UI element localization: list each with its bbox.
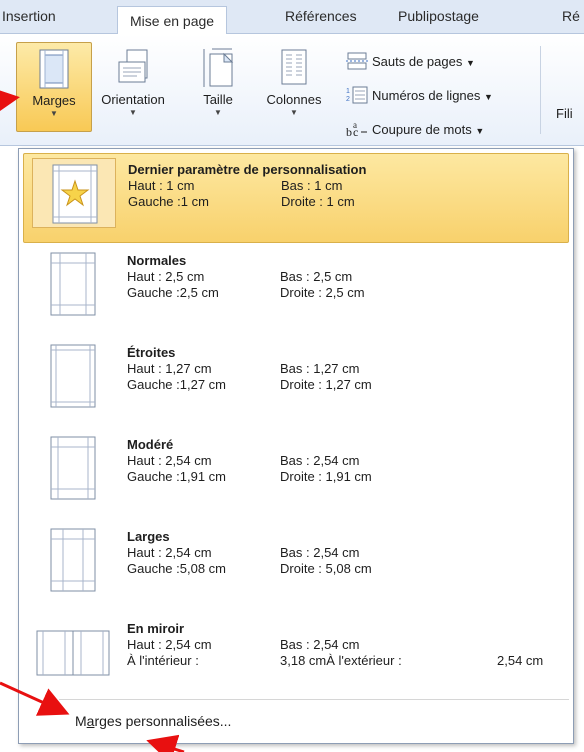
- tab-mise-en-page[interactable]: Mise en page: [117, 6, 228, 35]
- top-margin-value: Haut : 2,5 cm: [127, 269, 205, 284]
- gallery-item-text: Dernier paramètre de personnalisation Ha…: [128, 162, 366, 210]
- chevron-down-icon: ▼: [129, 108, 137, 117]
- orientation-button-label: Orientation: [101, 92, 165, 107]
- gallery-item-wide[interactable]: Larges Haut : 2,54 cm Bas : 2,54 cm Gauch…: [23, 521, 569, 611]
- chevron-down-icon: ▼: [484, 91, 493, 102]
- moderate-margin-thumbnail-icon: [31, 433, 115, 503]
- page-breaks-button[interactable]: Sauts de pages ▼: [346, 52, 475, 73]
- left-margin-value: Gauche :1,27 cm: [127, 377, 226, 392]
- right-margin-value: Droite : 1,91 cm: [280, 469, 372, 484]
- top-margin-value: Haut : 2,54 cm: [127, 545, 212, 560]
- margins-icon: [34, 47, 74, 91]
- margins-button-label: Marges: [32, 93, 76, 108]
- line-numbers-icon: 1 2: [346, 86, 368, 107]
- tab-revision[interactable]: Ré: [562, 8, 580, 24]
- custom-margins-label: rges personnalisées...: [94, 713, 232, 729]
- svg-text:2: 2: [346, 96, 350, 103]
- menu-separator: [59, 699, 569, 700]
- svg-text:b: b: [346, 125, 352, 138]
- gallery-item-text: En miroir Haut : 2,54 cm Bas : 2,54 cm À …: [127, 621, 543, 669]
- size-button-label: Taille: [203, 92, 233, 107]
- margins-gallery-dropdown: Dernier paramètre de personnalisation Ha…: [18, 148, 574, 744]
- custom-margins-prefix: M: [75, 713, 87, 729]
- right-margin-value: Droite : 1,27 cm: [280, 377, 372, 392]
- normal-margin-thumbnail-icon: [31, 249, 115, 319]
- line-numbers-label: Numéros de lignes: [372, 87, 481, 103]
- group-separator: [540, 46, 541, 134]
- top-margin-value: Haut : 2,54 cm: [127, 453, 212, 468]
- narrow-margin-thumbnail-icon: [31, 341, 115, 411]
- gallery-item-name: Dernier paramètre de personnalisation: [128, 162, 367, 177]
- bottom-margin-value: Bas : 1,27 cm: [280, 361, 360, 376]
- top-margin-value: Haut : 2,54 cm: [127, 637, 212, 652]
- orientation-button[interactable]: Orientation ▼: [92, 42, 174, 117]
- page-breaks-label: Sauts de pages: [372, 53, 463, 69]
- hyphenation-label: Coupure de mots: [372, 121, 472, 137]
- watermark-button-label[interactable]: Fili: [556, 106, 573, 121]
- gallery-item-moderate[interactable]: Modéré Haut : 2,54 cm Bas : 2,54 cm Gauch…: [23, 429, 569, 519]
- bottom-margin-value: Bas : 2,54 cm: [280, 453, 360, 468]
- bottom-margin-value: Bas : 2,54 cm: [280, 545, 360, 560]
- left-margin-value: Gauche :1,91 cm: [127, 469, 226, 484]
- chevron-down-icon: ▼: [475, 125, 485, 136]
- columns-button[interactable]: Colonnes ▼: [254, 42, 334, 117]
- bottom-margin-value: Bas : 2,5 cm: [280, 269, 353, 284]
- size-button[interactable]: Taille ▼: [190, 42, 246, 117]
- gallery-item-text: Étroites Haut : 1,27 cm Bas : 1,27 cm Gau…: [127, 345, 372, 393]
- gallery-item-name: Modéré: [127, 437, 174, 452]
- gallery-item-name: Normales: [127, 253, 187, 268]
- inside-margin-label: À l'intérieur :: [127, 653, 199, 668]
- tab-references[interactable]: Références: [285, 8, 357, 24]
- columns-icon: [274, 46, 314, 90]
- right-margin-value: Droite : 5,08 cm: [280, 561, 372, 576]
- wide-margin-thumbnail-icon: [31, 525, 115, 595]
- gallery-item-mirrored[interactable]: En miroir Haut : 2,54 cm Bas : 2,54 cm À …: [23, 613, 569, 703]
- hyphenation-icon: b c a: [346, 120, 368, 141]
- bottom-margin-value: Bas : 1 cm: [281, 178, 343, 193]
- gallery-item-text: Normales Haut : 2,5 cm Bas : 2,5 cm Gauch…: [127, 253, 365, 301]
- star-margin-thumbnail-icon: [32, 158, 116, 228]
- right-margin-value: Droite : 2,5 cm: [280, 285, 365, 300]
- svg-text:a: a: [353, 120, 357, 130]
- gallery-item-text: Modéré Haut : 2,54 cm Bas : 2,54 cm Gauch…: [127, 437, 372, 485]
- chevron-down-icon: ▼: [290, 108, 298, 117]
- custom-margins-menu-item[interactable]: Marges personnalisées...: [75, 713, 231, 729]
- orientation-icon: [113, 46, 153, 90]
- svg-text:1: 1: [346, 88, 350, 95]
- ribbon-page-setup-group: Marges ▼ Orientation ▼ Taille ▼ Colonnes…: [0, 34, 584, 146]
- ribbon-tab-bar: Insertion Mise en page Références Publip…: [0, 0, 584, 35]
- page-size-icon: [198, 46, 238, 90]
- gallery-item-normal[interactable]: Normales Haut : 2,5 cm Bas : 2,5 cm Gauch…: [23, 245, 569, 335]
- top-margin-value: Haut : 1 cm: [128, 178, 195, 193]
- chevron-down-icon: ▼: [465, 57, 475, 68]
- inside-outside-margin-value: 3,18 cmÀ l'extérieur :: [280, 653, 402, 668]
- gallery-item-name: Larges: [127, 529, 170, 544]
- bottom-margin-value: Bas : 2,54 cm: [280, 637, 360, 652]
- gallery-item-text: Larges Haut : 2,54 cm Bas : 2,54 cm Gauch…: [127, 529, 372, 577]
- columns-button-label: Colonnes: [266, 92, 322, 107]
- tab-insertion[interactable]: Insertion: [2, 8, 56, 24]
- gallery-item-name: En miroir: [127, 621, 185, 636]
- margins-button[interactable]: Marges ▼: [16, 42, 92, 132]
- right-margin-value: Droite : 1 cm: [281, 194, 355, 209]
- outside-margin-value: 2,54 cm: [497, 653, 544, 668]
- hyphenation-button[interactable]: b c a Coupure de mots ▼: [346, 120, 484, 141]
- gallery-item-last-custom[interactable]: Dernier paramètre de personnalisation Ha…: [23, 153, 569, 243]
- gallery-item-name: Étroites: [127, 345, 176, 360]
- gallery-item-narrow[interactable]: Étroites Haut : 1,27 cm Bas : 1,27 cm Gau…: [23, 337, 569, 427]
- page-breaks-icon: [346, 52, 368, 73]
- line-numbers-button[interactable]: 1 2 Numéros de lignes ▼: [346, 86, 493, 107]
- chevron-down-icon: ▼: [214, 108, 222, 117]
- left-margin-value: Gauche :2,5 cm: [127, 285, 219, 300]
- tab-publipostage[interactable]: Publipostage: [398, 8, 479, 24]
- top-margin-value: Haut : 1,27 cm: [127, 361, 212, 376]
- chevron-down-icon: ▼: [50, 109, 58, 118]
- left-margin-value: Gauche :1 cm: [128, 194, 209, 209]
- left-margin-value: Gauche :5,08 cm: [127, 561, 226, 576]
- mirror-margin-thumbnail-icon: [31, 617, 115, 687]
